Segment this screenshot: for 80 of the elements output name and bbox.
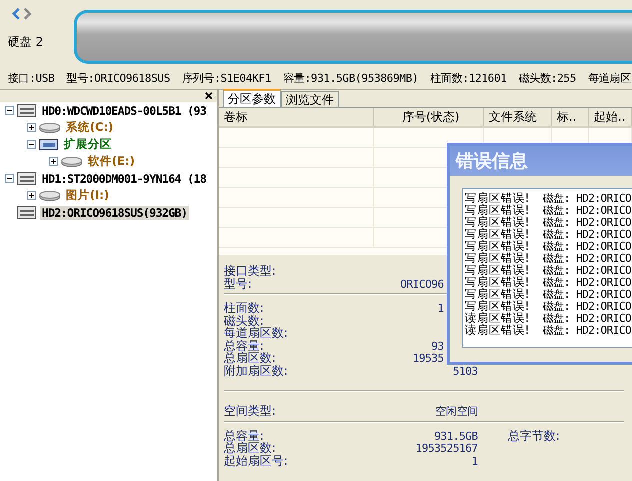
error-message: 读扇区错误! (465, 310, 531, 324)
column-header[interactable]: 文件系统 (489, 108, 537, 126)
tree-item[interactable]: HD1:ST2000DM001-9YN164 (18 (40, 172, 208, 186)
collapse-toggle[interactable] (5, 106, 14, 115)
error-message: 写扇区错误! (465, 214, 531, 228)
field-value: 1953525167 (416, 442, 478, 455)
error-detail: 磁盘: HD2:ORICO (543, 264, 632, 277)
expand-toggle[interactable] (49, 157, 58, 166)
field-label: 每道扇区数: (224, 326, 290, 340)
field-label: 总容量: (224, 338, 266, 352)
field-label: 总字节数: (508, 428, 562, 444)
error-detail: 磁盘: HD2:ORICO (543, 240, 632, 253)
drive-icon (61, 156, 83, 168)
field-label: 柱面数: (224, 300, 266, 315)
field-label: 磁头数: (224, 314, 266, 328)
field-label: 型号: (224, 276, 254, 292)
disk-info: 容量:931.5GB(953869MB) (283, 71, 419, 86)
error-message: 写扇区错误! (465, 202, 531, 216)
collapse-toggle[interactable] (27, 140, 36, 149)
error-detail: 磁盘: HD2:ORICO (543, 312, 632, 325)
error-detail: 磁盘: HD2:ORICO (543, 228, 632, 241)
collapse-toggle[interactable] (5, 174, 14, 183)
field-value: 5103 (453, 364, 478, 378)
error-message: 写扇区错误! (465, 274, 531, 288)
column-header[interactable]: 卷标 (224, 108, 248, 126)
disk-info: 序列号:S1E04KF1 (182, 71, 272, 86)
field-label: 总扇区数: (224, 351, 278, 365)
expand-toggle[interactable] (27, 123, 36, 132)
field-label: 空间类型: (224, 403, 278, 420)
column-header[interactable]: 标.. (557, 108, 577, 126)
error-message: 写扇区错误! (465, 250, 531, 264)
tree-item[interactable]: 系统(C:) (64, 120, 116, 135)
disk-info: 磁头数:255 (518, 71, 576, 86)
disk-label: 硬盘 2 (8, 34, 44, 51)
tree-item[interactable]: 软件(E:) (86, 154, 137, 169)
tree-item[interactable]: 图片(I:) (64, 188, 112, 203)
error-detail: 磁盘: HD2:ORICO (543, 252, 632, 265)
error-message: 写扇区错误! (465, 238, 531, 252)
expand-toggle[interactable] (27, 191, 36, 200)
error-message: 写扇区错误! (465, 226, 531, 240)
error-message: 写扇区错误! (465, 286, 531, 300)
field-label: 总扇区数: (224, 441, 278, 455)
field-value: 93 (432, 340, 444, 352)
disk-info: 接口:USB (8, 71, 55, 86)
error-detail: 磁盘: HD2:ORICO (543, 276, 632, 289)
tab[interactable]: 分区参数 (223, 89, 281, 107)
field-label: 接口类型: (224, 263, 278, 278)
field-value: 931.5GB (434, 430, 478, 442)
error-detail: 磁盘: HD2:ORICO (543, 300, 632, 313)
error-detail: 磁盘: HD2:ORICO (543, 216, 632, 229)
disk-info: 每道扇区 (588, 71, 632, 86)
close-icon[interactable] (205, 92, 213, 100)
field-value: 1 (438, 302, 444, 315)
drive-icon (39, 122, 61, 134)
error-message: 写扇区错误! (465, 298, 531, 312)
dialog-title: 错误信息 (456, 150, 528, 173)
tree-item[interactable]: HD0:WDCWD10EADS-00L5B1 (93 (40, 104, 208, 118)
partition-icon (39, 138, 59, 150)
error-detail: 磁盘: HD2:ORICO (543, 288, 632, 301)
column-header[interactable]: 序号(状态) (402, 108, 460, 126)
error-detail: 磁盘: HD2:ORICO (543, 190, 632, 205)
error-message: 写扇区错误! (465, 190, 531, 204)
tab[interactable]: 浏览文件 (281, 91, 339, 107)
drive-icon (39, 190, 61, 202)
error-message: 写扇区错误! (465, 262, 531, 276)
error-detail: 磁盘: HD2:ORICO (543, 324, 632, 338)
field-value: 空闲空间 (436, 404, 478, 419)
disk-info: 柱面数:121601 (430, 71, 507, 86)
field-label: 起始扇区号: (224, 454, 290, 470)
field-label: 附加扇区数: (224, 364, 290, 380)
tree-item[interactable]: 扩展分区 (62, 137, 114, 152)
error-detail: 磁盘: HD2:ORICO (543, 204, 632, 217)
field-value: ORICO96 (400, 278, 444, 290)
field-label: 总容量: (224, 428, 266, 442)
disk-info: 型号:ORICO9618SUS (66, 71, 170, 86)
field-value: 19535 (412, 352, 444, 365)
column-header[interactable]: 起始.. (594, 108, 626, 126)
error-message: 读扇区错误! (465, 322, 531, 338)
tree-item[interactable]: HD2:ORICO9618SUS(932GB) (40, 206, 190, 220)
field-value: 1 (472, 454, 478, 468)
